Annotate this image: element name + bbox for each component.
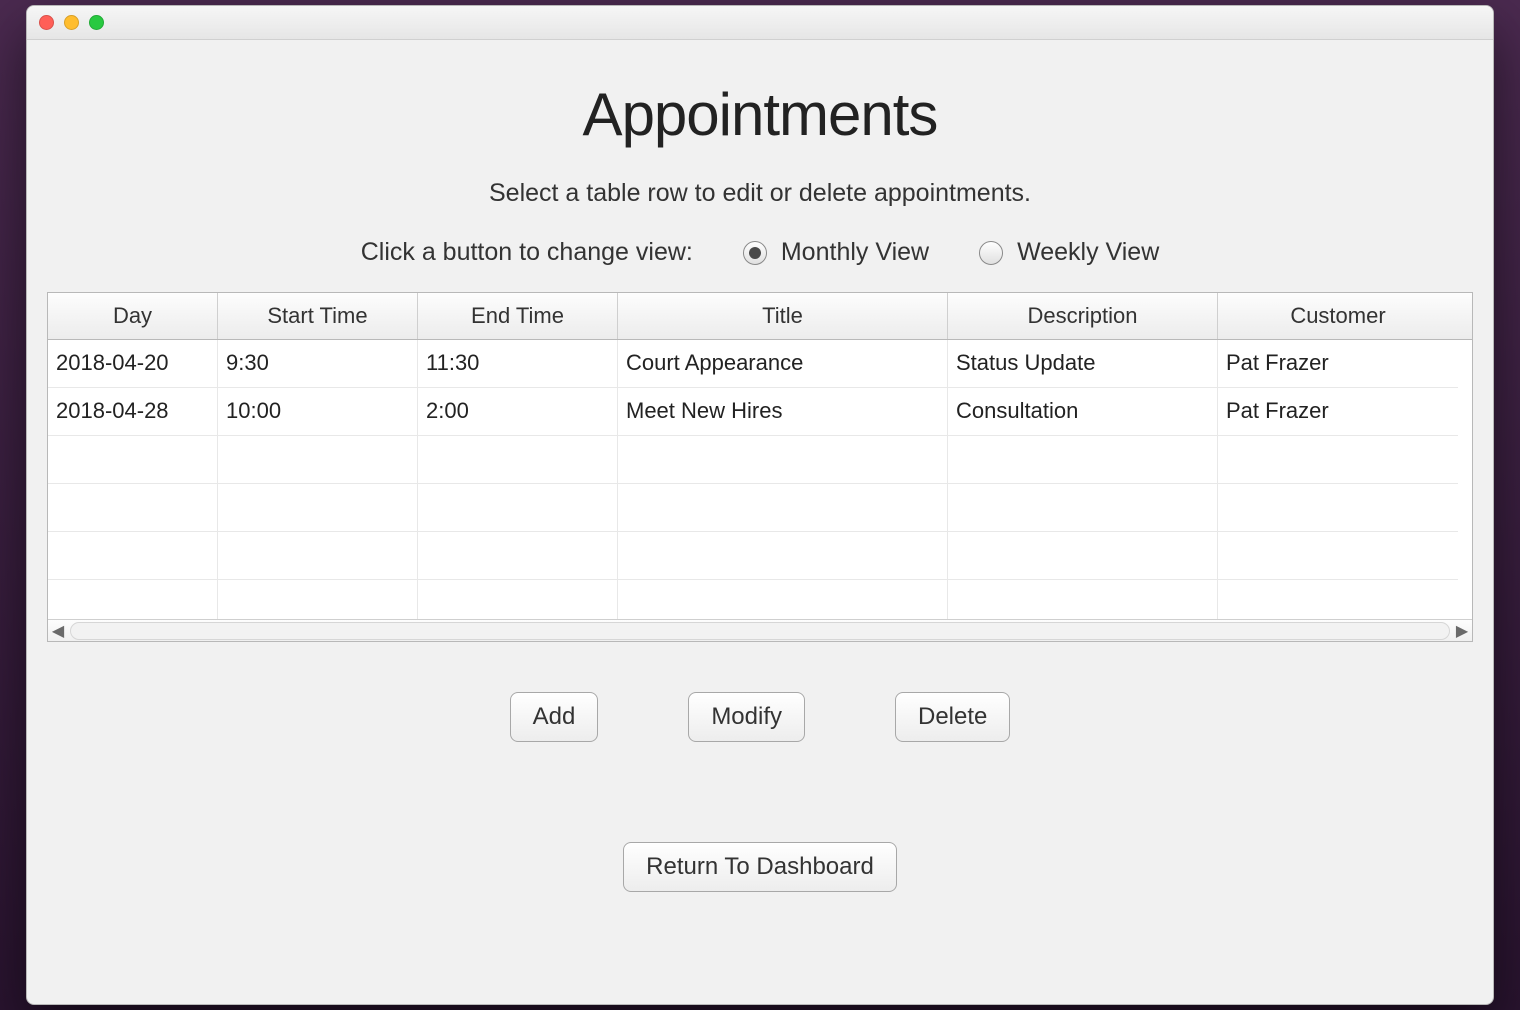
radio-monthly-label: Monthly View — [781, 238, 929, 267]
radio-weekly-label: Weekly View — [1017, 238, 1159, 267]
delete-button[interactable]: Delete — [895, 692, 1010, 742]
cell-start: 9:30 — [218, 340, 418, 388]
cell-day — [48, 580, 218, 619]
cell-end — [418, 532, 618, 580]
table-row[interactable] — [48, 580, 1472, 619]
cell-description — [948, 532, 1218, 580]
close-icon[interactable] — [39, 15, 54, 30]
table-row[interactable] — [48, 484, 1472, 532]
cell-end: 11:30 — [418, 340, 618, 388]
cell-title — [618, 532, 948, 580]
cell-title — [618, 436, 948, 484]
cell-customer — [1218, 532, 1458, 580]
col-end-time[interactable]: End Time — [418, 293, 618, 339]
radio-weekly-view[interactable]: Weekly View — [979, 238, 1159, 267]
cell-description: Consultation — [948, 388, 1218, 436]
cell-title — [618, 484, 948, 532]
cell-end — [418, 580, 618, 619]
cell-description — [948, 580, 1218, 619]
cell-customer — [1218, 580, 1458, 619]
app-window: Appointments Select a table row to edit … — [26, 5, 1494, 1005]
cell-end — [418, 436, 618, 484]
table-body: 2018-04-209:3011:30Court AppearanceStatu… — [48, 340, 1472, 619]
cell-customer — [1218, 484, 1458, 532]
col-customer[interactable]: Customer — [1218, 293, 1458, 339]
page-hint: Select a table row to edit or delete app… — [37, 179, 1483, 208]
table-header: Day Start Time End Time Title Descriptio… — [48, 293, 1472, 340]
col-day[interactable]: Day — [48, 293, 218, 339]
col-start-time[interactable]: Start Time — [218, 293, 418, 339]
cell-end — [418, 484, 618, 532]
horizontal-scrollbar[interactable]: ◀ ▶ — [48, 619, 1472, 641]
cell-day: 2018-04-20 — [48, 340, 218, 388]
appointments-table: Day Start Time End Time Title Descriptio… — [47, 292, 1473, 642]
cell-day — [48, 436, 218, 484]
minimize-icon[interactable] — [64, 15, 79, 30]
cell-title: Court Appearance — [618, 340, 948, 388]
cell-start — [218, 580, 418, 619]
cell-customer — [1218, 436, 1458, 484]
cell-day — [48, 484, 218, 532]
page-title: Appointments — [37, 80, 1483, 149]
zoom-icon[interactable] — [89, 15, 104, 30]
cell-day — [48, 532, 218, 580]
content-area: Appointments Select a table row to edit … — [27, 40, 1493, 892]
table-row[interactable]: 2018-04-2810:002:00Meet New HiresConsult… — [48, 388, 1472, 436]
action-buttons: Add Modify Delete — [37, 692, 1483, 742]
radio-monthly-view[interactable]: Monthly View — [743, 238, 929, 267]
cell-day: 2018-04-28 — [48, 388, 218, 436]
scroll-left-icon[interactable]: ◀ — [48, 620, 68, 642]
table-row[interactable] — [48, 436, 1472, 484]
cell-customer: Pat Frazer — [1218, 388, 1458, 436]
cell-start — [218, 484, 418, 532]
cell-description — [948, 484, 1218, 532]
radio-icon — [743, 241, 767, 265]
return-button[interactable]: Return To Dashboard — [623, 842, 897, 892]
cell-start — [218, 436, 418, 484]
cell-title — [618, 580, 948, 619]
add-button[interactable]: Add — [510, 692, 599, 742]
cell-title: Meet New Hires — [618, 388, 948, 436]
radio-icon — [979, 241, 1003, 265]
scroll-track[interactable] — [70, 622, 1450, 640]
col-description[interactable]: Description — [948, 293, 1218, 339]
view-switch-label: Click a button to change view: — [361, 238, 693, 267]
cell-description — [948, 436, 1218, 484]
titlebar — [27, 6, 1493, 40]
scroll-right-icon[interactable]: ▶ — [1452, 620, 1472, 642]
view-switch-row: Click a button to change view: Monthly V… — [37, 238, 1483, 267]
table-row[interactable] — [48, 532, 1472, 580]
modify-button[interactable]: Modify — [688, 692, 805, 742]
cell-end: 2:00 — [418, 388, 618, 436]
table-row[interactable]: 2018-04-209:3011:30Court AppearanceStatu… — [48, 340, 1472, 388]
col-title[interactable]: Title — [618, 293, 948, 339]
cell-start — [218, 532, 418, 580]
cell-customer: Pat Frazer — [1218, 340, 1458, 388]
cell-start: 10:00 — [218, 388, 418, 436]
cell-description: Status Update — [948, 340, 1218, 388]
